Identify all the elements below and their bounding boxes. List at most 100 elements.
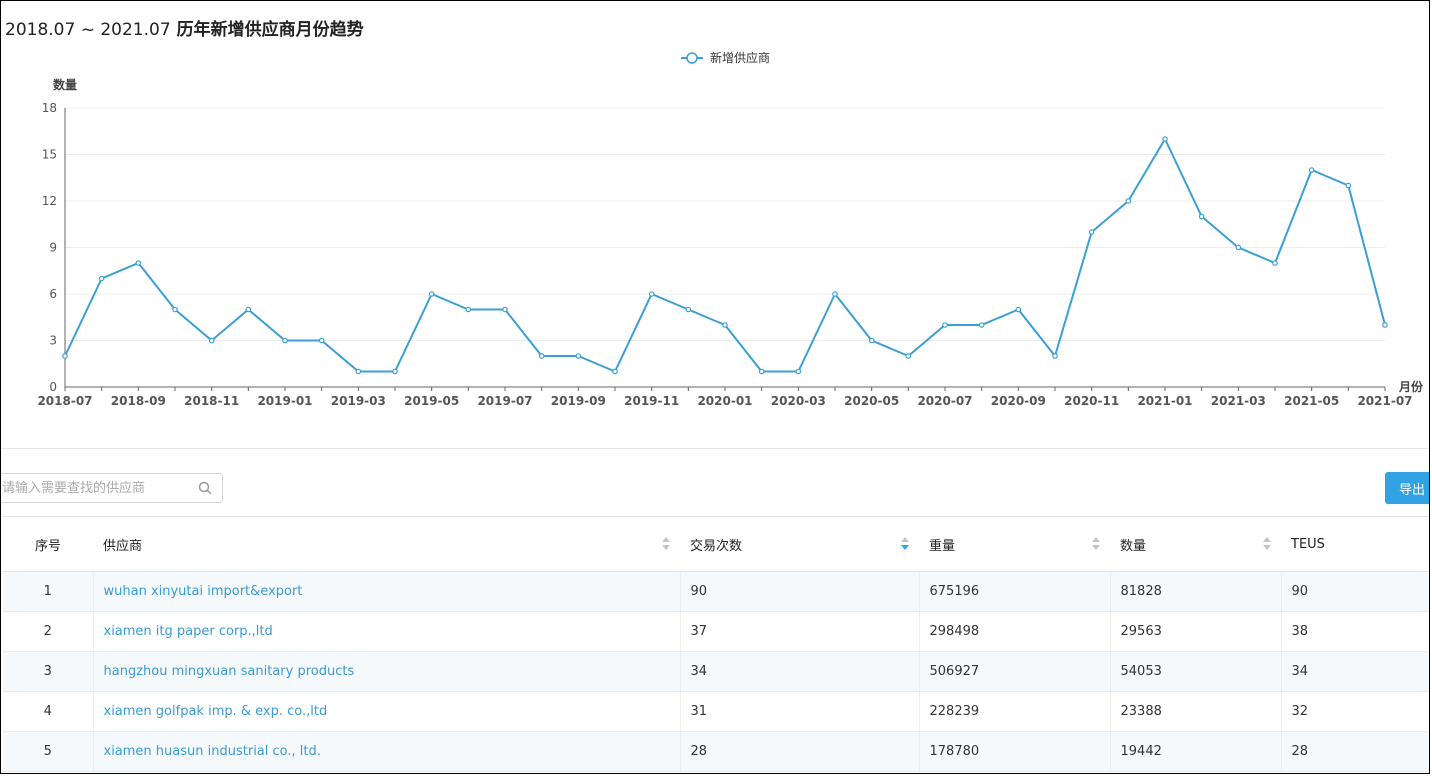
table-row: 5 xiamen huasun industrial co., ltd. 28 … [3,731,1429,772]
x-tick-label: 2021-03 [1211,394,1266,408]
cell-quantity: 54053 [1109,651,1281,692]
data-point [795,368,802,375]
data-point [98,275,105,282]
table-row: 3 hangzhou mingxuan sanitary products 34… [3,651,1429,692]
column-header-supplier[interactable]: 供应商 [93,516,680,572]
section-divider [1,448,1429,449]
y-tick-label: 3 [49,334,57,348]
cell-index: 5 [3,731,93,772]
sort-icon[interactable] [901,537,909,551]
data-point [575,353,582,359]
supplier-search-box[interactable] [1,473,223,503]
search-icon[interactable] [198,481,212,495]
column-header-quantity[interactable]: 数量 [1110,516,1281,572]
cell-quantity: 23388 [1109,691,1281,732]
cell-index: 1 [3,571,93,612]
x-tick-label: 2018-07 [37,394,92,408]
data-point [1125,198,1132,204]
supplier-link[interactable]: xiamen itg paper corp.,ltd [92,611,680,652]
x-tick-label: 2019-03 [331,394,386,408]
data-point [905,353,912,359]
data-point [1088,229,1095,235]
data-point [868,337,875,344]
x-tick-label: 2018-11 [184,394,239,408]
y-tick-label: 9 [49,241,57,255]
table-row: 1 wuhan xinyutai import&export 90 675196… [3,571,1429,612]
data-point [428,291,435,297]
data-point [1308,167,1315,173]
y-tick-label: 6 [49,287,57,301]
cell-quantity: 19442 [1109,731,1281,772]
table-row: 2 xiamen itg paper corp.,ltd 37 298498 2… [3,611,1429,652]
cell-weight: 675196 [918,571,1110,612]
data-point [685,306,692,313]
x-tick-label: 2019-01 [257,394,312,408]
table-row: 4 xiamen golfpak imp. & exp. co.,ltd 31 … [3,691,1429,732]
data-point [465,306,472,313]
cell-weight: 178780 [918,731,1110,772]
x-tick-label: 2019-11 [624,394,679,408]
cell-index: 4 [3,691,93,732]
series-line [64,138,1386,373]
export-button[interactable]: 导出 [1385,472,1429,504]
data-point [1162,136,1168,142]
y-tick-label: 18 [42,101,57,115]
data-point [1382,322,1388,328]
data-point [648,291,655,297]
supplier-table: 序号 供应商 交易次数 重量 数量 TEUS 1 wuhan xinyutai … [3,516,1429,772]
legend-marker [686,52,698,64]
column-header-weight[interactable]: 重量 [919,516,1110,572]
data-point [355,368,362,375]
cell-weight: 298498 [918,611,1110,652]
data-point [978,322,985,328]
supplier-link[interactable]: xiamen golfpak imp. & exp. co.,ltd [92,691,680,732]
data-point [172,306,178,313]
cell-teus: 32 [1280,691,1429,732]
x-tick-label: 2020-03 [771,394,826,408]
data-point [282,337,288,344]
cell-transactions: 31 [679,691,919,732]
supplier-link[interactable]: xiamen huasun industrial co., ltd. [92,731,680,772]
cell-quantity: 29563 [1109,611,1281,652]
data-point [1198,213,1205,220]
column-header-transactions[interactable]: 交易次数 [680,516,919,572]
data-point [502,306,508,313]
cell-teus: 28 [1280,731,1429,772]
x-axis-title: 月份 [1398,379,1424,394]
cell-transactions: 90 [679,571,919,612]
data-point [62,353,68,359]
supplier-link[interactable]: wuhan xinyutai import&export [92,571,680,612]
sort-icon[interactable] [662,537,670,551]
x-tick-label: 2020-05 [844,394,899,408]
data-point [1015,306,1022,313]
x-tick-label: 2021-05 [1284,394,1339,408]
page-frame: 2018.07 ~ 2021.07 历年新增供应商月份趋势 0 3 6 9 12 15 18… [0,0,1430,774]
cell-transactions: 37 [679,611,919,652]
cell-transactions: 28 [679,731,919,772]
data-point [538,353,545,359]
cell-teus: 34 [1280,651,1429,692]
y-axis-title: 数量 [53,77,77,92]
cell-index: 3 [3,651,93,692]
sort-icon[interactable] [1263,537,1271,551]
data-point [612,368,618,375]
cell-weight: 506927 [918,651,1110,692]
data-point [758,368,765,375]
data-point [318,337,325,344]
data-point [245,306,252,313]
supplier-search-input[interactable] [1,474,192,502]
cell-transactions: 34 [679,651,919,692]
sort-icon[interactable] [1092,537,1100,551]
column-header-teus: TEUS [1281,516,1429,572]
x-tick-label: 2020-11 [1064,394,1119,408]
chart-title-text: 历年新增供应商月份趋势 [176,20,364,40]
cell-teus: 90 [1280,571,1429,612]
cell-weight: 228239 [918,691,1110,732]
x-tick-label: 2019-05 [404,394,459,408]
y-tick-label: 15 [42,148,57,162]
data-point [392,368,398,375]
data-point [135,260,142,266]
data-point [1052,353,1058,359]
supplier-link[interactable]: hangzhou mingxuan sanitary products [92,651,680,692]
line-chart: 0 3 6 9 12 15 18 2018-07 2018-09 2018-11 2019-01 20… [37,50,1424,408]
